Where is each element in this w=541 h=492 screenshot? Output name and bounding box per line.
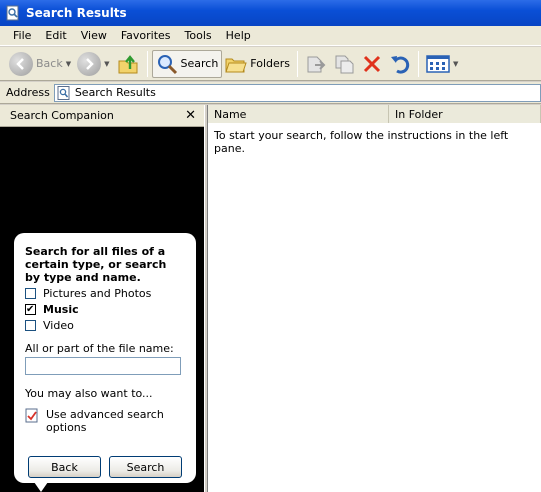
filename-label: All or part of the file name: [25,342,174,355]
back-button[interactable]: Back ▼ [6,50,74,78]
back-dropdown-icon[interactable]: ▼ [66,60,71,68]
advanced-search-link[interactable]: Use advanced search options [25,408,185,434]
results-message: To start your search, follow the instruc… [214,129,509,155]
search-companion-header: Search Companion ✕ [0,105,204,127]
address-label: Address [6,86,50,99]
advanced-search-label: Use advanced search options [46,408,164,434]
menu-edit[interactable]: Edit [38,29,73,42]
window-title: Search Results [26,6,127,20]
address-field[interactable]: Search Results [53,83,541,102]
document-checkmark-icon [25,408,38,423]
magnifier-icon [157,54,177,74]
address-bar: Address Search Results [0,82,541,104]
close-icon[interactable]: ✕ [185,108,196,123]
column-header-name[interactable]: Name [208,105,389,123]
toolbar-separator [146,50,148,77]
companion-search-button[interactable]: Search [109,456,182,478]
folders-button[interactable]: Folders [222,50,293,78]
views-dropdown-icon[interactable]: ▼ [453,60,458,68]
title-bar: Search Results [0,0,541,26]
search-companion-balloon: Search for all files of a certain type, … [14,233,196,492]
search-heading: Search for all files of a certain type, … [25,245,167,284]
menu-tools[interactable]: Tools [178,29,219,42]
folders-label: Folders [250,57,291,70]
forward-dropdown-icon[interactable]: ▼ [104,60,109,68]
copy-to-icon [335,55,354,73]
pictures-label: Pictures and Photos [43,287,152,300]
balloon-tail [34,482,48,492]
delete-icon [363,55,381,72]
folders-icon [225,58,247,72]
move-to-button[interactable] [302,50,330,78]
undo-icon [391,55,410,74]
video-label: Video [43,319,74,332]
forward-arrow-icon [77,51,102,76]
companion-button-row: Back Search [28,456,182,478]
undo-button[interactable] [386,50,414,78]
video-checkbox-row[interactable]: Video [25,319,185,332]
search-results-icon [6,5,19,21]
menu-bar: File Edit View Favorites Tools Help [0,26,541,46]
move-to-icon [307,56,326,72]
menu-favorites[interactable]: Favorites [114,29,178,42]
menu-view[interactable]: View [74,29,114,42]
views-button[interactable]: ▼ [423,50,461,78]
menu-file[interactable]: File [6,29,38,42]
results-pane: Name In Folder To start your search, fol… [208,105,541,492]
back-arrow-icon [9,51,33,76]
address-value: Search Results [74,86,156,99]
views-icon [426,54,450,73]
music-checkbox[interactable] [25,304,36,315]
column-header-in-folder[interactable]: In Folder [389,105,541,123]
music-checkbox-row[interactable]: Music [25,303,185,316]
copy-to-button[interactable] [330,50,358,78]
column-headers: Name In Folder [208,105,541,123]
delete-button[interactable] [358,50,386,78]
menu-help[interactable]: Help [219,29,258,42]
pictures-checkbox[interactable] [25,288,36,299]
video-checkbox[interactable] [25,320,36,331]
pictures-checkbox-row[interactable]: Pictures and Photos [25,287,185,300]
toolbar-separator [297,50,299,77]
search-results-icon [57,85,70,100]
search-button[interactable]: Search [151,49,223,78]
toolbar-separator [418,50,420,77]
music-label: Music [43,303,79,316]
search-companion-title: Search Companion [10,109,114,122]
back-label: Back [36,57,63,70]
companion-back-button[interactable]: Back [28,456,101,478]
up-folder-button[interactable] [113,50,143,78]
search-label: Search [180,57,219,70]
forward-button[interactable]: ▼ [74,50,112,78]
toolbar: Back ▼ ▼ Search Folders ▼ [0,47,541,81]
up-folder-icon [118,54,137,73]
filename-input[interactable] [25,357,181,375]
also-want-label: You may also want to... [25,387,153,400]
